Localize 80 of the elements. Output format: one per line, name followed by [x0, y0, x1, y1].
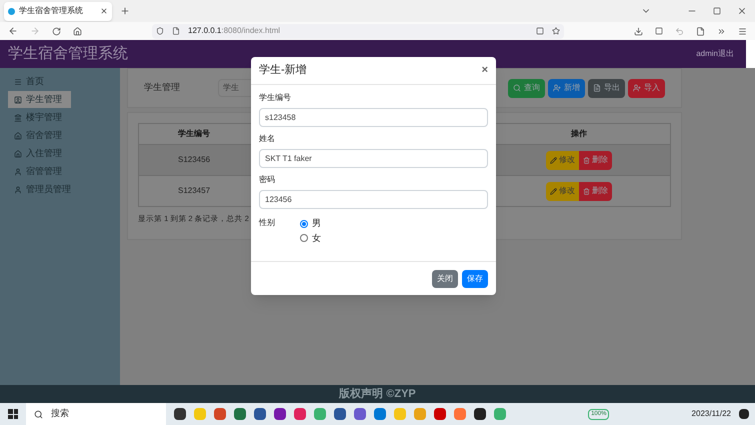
menu-icon[interactable] — [738, 26, 747, 36]
page-icon — [172, 27, 180, 35]
table-cell: S123457 — [139, 175, 249, 206]
pencil-icon — [550, 156, 557, 164]
toolbar-button[interactable]: 新增 — [548, 78, 585, 98]
toolbar-button[interactable]: 查询 — [508, 78, 545, 98]
close-button[interactable]: × — [482, 62, 488, 79]
sidebar-item[interactable]: 学生管理 — [8, 91, 71, 108]
tab-title: 学生宿舍管理系统 — [19, 5, 84, 17]
pencil-icon — [550, 188, 557, 194]
close-icon[interactable] — [100, 7, 108, 15]
more-icon[interactable] — [717, 26, 726, 36]
input-field[interactable]: 123456 — [259, 190, 488, 209]
field-label: 学生编号 — [259, 92, 292, 104]
edit-button[interactable]: 修改 — [546, 182, 579, 200]
radio-button[interactable] — [300, 220, 308, 228]
sidebar-item[interactable]: 入住管理 — [8, 145, 71, 162]
dialog-button[interactable]: 保存 — [462, 270, 488, 288]
panel-label: 学生管理 — [144, 81, 180, 94]
input-field[interactable]: s123458 — [259, 108, 488, 127]
sidebar-item[interactable]: 宿管管理 — [8, 163, 71, 180]
url-text: 127.0.0.1:8080/index.html — [188, 25, 280, 37]
taskbar-search-field[interactable]: 搜索 — [26, 403, 166, 425]
sidebar-item[interactable]: 管理员管理 — [8, 181, 71, 198]
browser-tab[interactable]: 学生宿舍管理系统 — [4, 2, 112, 20]
radio-button[interactable] — [300, 234, 308, 242]
field-label: 姓名 — [259, 133, 276, 145]
sidebar-item[interactable]: 楼宇管理 — [8, 109, 71, 126]
table-cell: S123456 — [139, 144, 249, 175]
edit-button[interactable]: 修改 — [546, 150, 579, 170]
address-bar[interactable]: 127.0.0.1:8080/index.html — [152, 24, 564, 38]
search-icon — [513, 84, 521, 92]
app-icon[interactable] — [474, 408, 486, 420]
home-icon — [14, 132, 22, 140]
restore-icon[interactable] — [713, 7, 721, 15]
bank-icon — [14, 114, 22, 122]
field-label: 密码 — [259, 174, 276, 186]
field-label: 性别 — [259, 217, 276, 229]
windows-start-icon[interactable] — [8, 409, 18, 419]
dialog-title: 学生-新增 — [259, 62, 307, 78]
radio-label: 女 — [312, 232, 321, 244]
app-icon[interactable] — [174, 408, 186, 420]
download-icon[interactable] — [634, 26, 643, 36]
dialog-button[interactable]: 关闭 — [432, 270, 458, 288]
toolbar-button[interactable]: 导入 — [628, 78, 665, 98]
star-icon[interactable] — [552, 27, 560, 35]
file-icon — [593, 84, 601, 92]
user-plus-icon — [553, 84, 561, 92]
copyright-text: 版权声明 ©ZYP — [339, 386, 416, 402]
column-header: 学生编号 — [177, 128, 211, 140]
trash-icon — [583, 188, 590, 194]
search-icon — [34, 410, 43, 418]
toolbar-button[interactable]: 导出 — [588, 78, 625, 98]
sidebar-item[interactable]: 宿舍管理 — [8, 127, 71, 144]
user-plus-icon — [633, 84, 641, 92]
radio-label: 男 — [312, 217, 321, 230]
input-field[interactable]: SKT T1 faker — [259, 149, 488, 168]
delete-button[interactable]: 删除 — [579, 182, 612, 200]
sidebar-item[interactable]: 首页 — [8, 73, 71, 90]
app-title: 学生宿舍管理系统 — [8, 44, 128, 64]
app-icon[interactable] — [334, 408, 346, 420]
new-tab-icon[interactable] — [120, 6, 130, 16]
trash-icon — [583, 156, 590, 164]
column-header: 操作 — [570, 128, 588, 140]
clock-date: 2023/11/22 — [692, 408, 731, 420]
reload-icon[interactable] — [52, 26, 61, 36]
menu-icon — [14, 78, 22, 86]
app-icon[interactable] — [274, 408, 286, 420]
close-icon[interactable] — [737, 6, 747, 16]
home-icon[interactable] — [73, 26, 82, 36]
shield-icon — [156, 27, 164, 35]
app-icon[interactable] — [254, 408, 266, 420]
delete-button[interactable]: 删除 — [579, 150, 612, 170]
home-icon — [14, 150, 22, 158]
logout-link[interactable]: admin退出 — [696, 48, 734, 60]
id-card-icon — [14, 96, 22, 104]
favicon-icon — [8, 8, 15, 14]
user-icon — [14, 186, 22, 194]
user-icon — [14, 168, 22, 176]
back-icon[interactable] — [8, 26, 18, 36]
